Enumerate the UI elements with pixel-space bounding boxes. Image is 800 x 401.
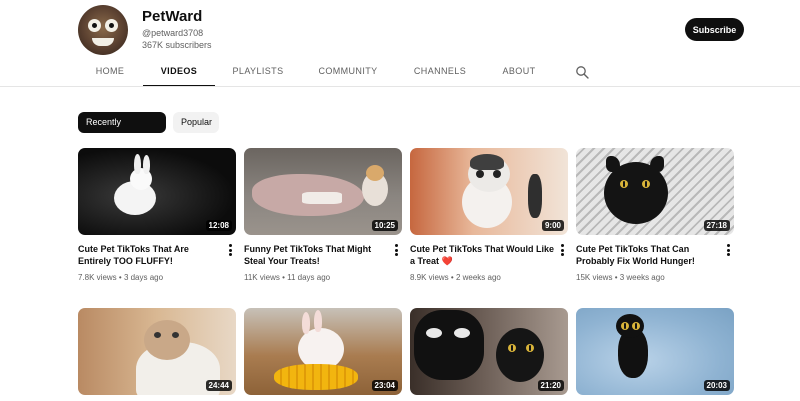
view-count: 8.9K views bbox=[410, 273, 449, 282]
subscribe-button[interactable]: Subscribe bbox=[685, 18, 744, 41]
video-thumbnail[interactable]: 9:00 bbox=[410, 148, 568, 235]
video-thumbnail[interactable]: 27:18 bbox=[576, 148, 734, 235]
avatar-eye-right bbox=[105, 19, 118, 32]
video-duration: 24:44 bbox=[205, 380, 232, 391]
channel-tabs: HOME VIDEOS PLAYLISTS COMMUNITY CHANNELS… bbox=[78, 58, 800, 87]
chip-popular[interactable]: Popular bbox=[173, 112, 219, 133]
more-options-icon[interactable] bbox=[726, 244, 732, 256]
upload-age: 2 weeks ago bbox=[455, 273, 501, 282]
video-duration: 12:08 bbox=[205, 220, 232, 231]
video-thumbnail[interactable]: 12:08 bbox=[78, 148, 236, 235]
channel-avatar[interactable] bbox=[78, 5, 128, 55]
channel-handle: @petward3708 bbox=[142, 28, 204, 38]
video-meta: 11K views • 11 days ago bbox=[244, 273, 331, 282]
subscriber-count: 367K subscribers bbox=[142, 40, 212, 50]
video-meta: 15K views • 3 weeks ago bbox=[576, 273, 665, 282]
video-title[interactable]: Cute Pet TikToks That Are Entirely TOO F… bbox=[78, 243, 224, 267]
more-options-icon[interactable] bbox=[228, 244, 234, 256]
view-count: 7.8K views bbox=[78, 273, 117, 282]
video-title[interactable]: Cute Pet TikToks That Can Probably Fix W… bbox=[576, 243, 722, 267]
video-title[interactable]: Funny Pet TikToks That Might Steal Your … bbox=[244, 243, 390, 267]
video-thumbnail[interactable]: 21:20 bbox=[410, 308, 568, 395]
video-duration: 27:18 bbox=[703, 220, 730, 231]
tab-home[interactable]: HOME bbox=[78, 58, 142, 87]
video-duration: 20:03 bbox=[703, 380, 730, 391]
upload-age: 3 days ago bbox=[123, 273, 164, 282]
video-duration: 23:04 bbox=[371, 380, 398, 391]
tab-channels[interactable]: CHANNELS bbox=[406, 58, 474, 87]
video-thumbnail[interactable]: 24:44 bbox=[78, 308, 236, 395]
video-thumbnail[interactable]: 20:03 bbox=[576, 308, 734, 395]
view-count: 11K views bbox=[244, 273, 280, 282]
tab-playlists[interactable]: PLAYLISTS bbox=[226, 58, 290, 87]
view-count: 15K views bbox=[576, 273, 613, 282]
more-options-icon[interactable] bbox=[560, 244, 566, 256]
video-meta: 8.9K views • 2 weeks ago bbox=[410, 273, 501, 282]
video-duration: 10:25 bbox=[371, 220, 398, 231]
channel-header: PetWard @petward3708 367K subscribers Su… bbox=[78, 5, 748, 57]
video-title[interactable]: Cute Pet TikToks That Would Like a Treat… bbox=[410, 243, 556, 267]
video-duration: 9:00 bbox=[541, 220, 564, 231]
video-thumbnail[interactable]: 10:25 bbox=[244, 148, 402, 235]
avatar-mouth bbox=[92, 38, 114, 46]
channel-name: PetWard bbox=[142, 8, 203, 25]
more-options-icon[interactable] bbox=[394, 244, 400, 256]
tab-about[interactable]: ABOUT bbox=[496, 58, 542, 87]
tab-community[interactable]: COMMUNITY bbox=[312, 58, 384, 87]
video-duration: 21:20 bbox=[537, 380, 564, 391]
upload-age: 11 days ago bbox=[287, 273, 331, 282]
avatar-eye-left bbox=[88, 19, 101, 32]
video-thumbnail[interactable]: 23:04 bbox=[244, 308, 402, 395]
tab-videos[interactable]: VIDEOS bbox=[143, 58, 215, 87]
chip-recently-uploaded[interactable]: Recently uploaded bbox=[78, 112, 166, 148]
search-icon[interactable] bbox=[575, 65, 589, 79]
video-meta: 7.8K views • 3 days ago bbox=[78, 273, 164, 282]
tabs-divider bbox=[0, 86, 800, 87]
upload-age: 3 weeks ago bbox=[619, 273, 665, 282]
